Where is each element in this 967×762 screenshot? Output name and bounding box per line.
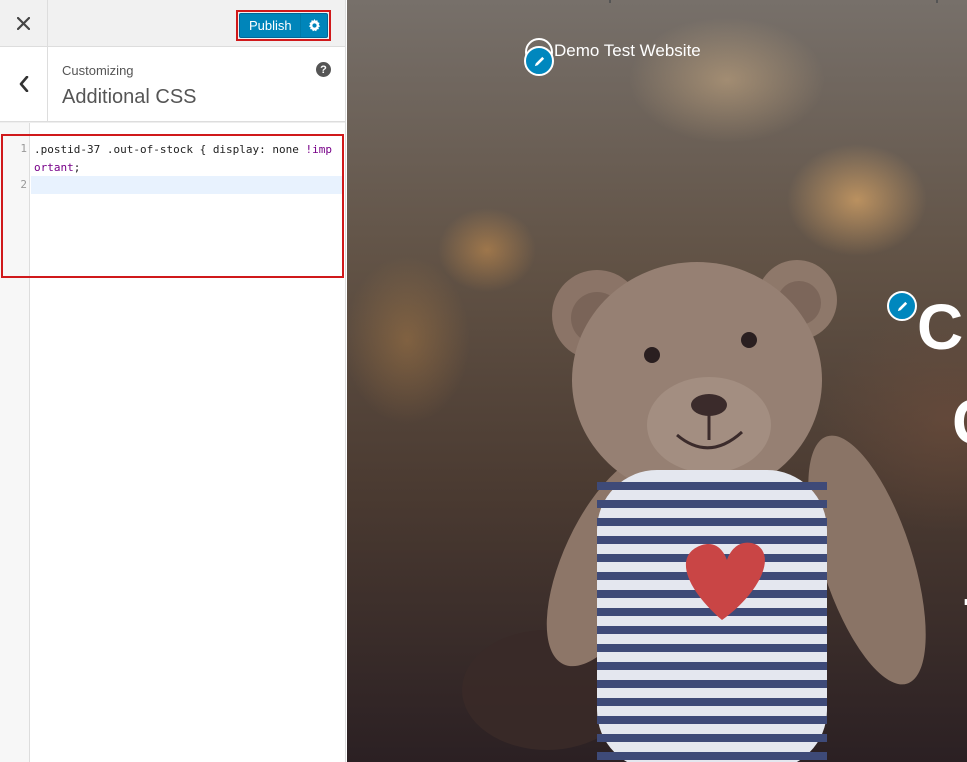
hero-heading-fragment: C [952,385,967,459]
customizing-label: Customizing [62,63,134,78]
section-title: Additional CSS [62,86,197,108]
back-button[interactable] [0,47,48,121]
css-editor[interactable]: 1 2 .postid-37 .out-of-stock { display: … [0,123,345,762]
chevron-left-icon [19,76,28,92]
site-title[interactable]: Demo Test Website [554,41,701,61]
edit-hero-button[interactable] [887,291,917,321]
gear-icon [308,19,320,32]
hero-heading-fragment: Cl [917,291,967,363]
customizer-header: Publish [0,0,345,47]
close-icon [17,16,30,30]
site-preview[interactable]: Demo Test Website Cl C . [347,0,967,762]
publish-highlight-box: Publish [236,10,331,41]
publish-settings-button[interactable] [300,14,327,37]
preview-top-tick [609,0,611,3]
customizer-sidebar: Publish Customizing Additional CSS ? 1 2 [0,0,346,762]
code-highlight-box [1,134,344,278]
section-header: Customizing Additional CSS ? [0,47,345,122]
preview-top-tick [936,0,938,3]
teddy-bear-image [462,260,926,762]
close-customizer-button[interactable] [0,0,48,46]
publish-button[interactable]: Publish [239,13,328,38]
help-icon[interactable]: ? [316,62,331,77]
publish-label: Publish [249,18,292,33]
hero-heading-fragment: . [962,570,967,615]
pencil-icon [534,56,544,66]
edit-site-title-button[interactable] [524,46,554,76]
pencil-icon [897,301,907,311]
